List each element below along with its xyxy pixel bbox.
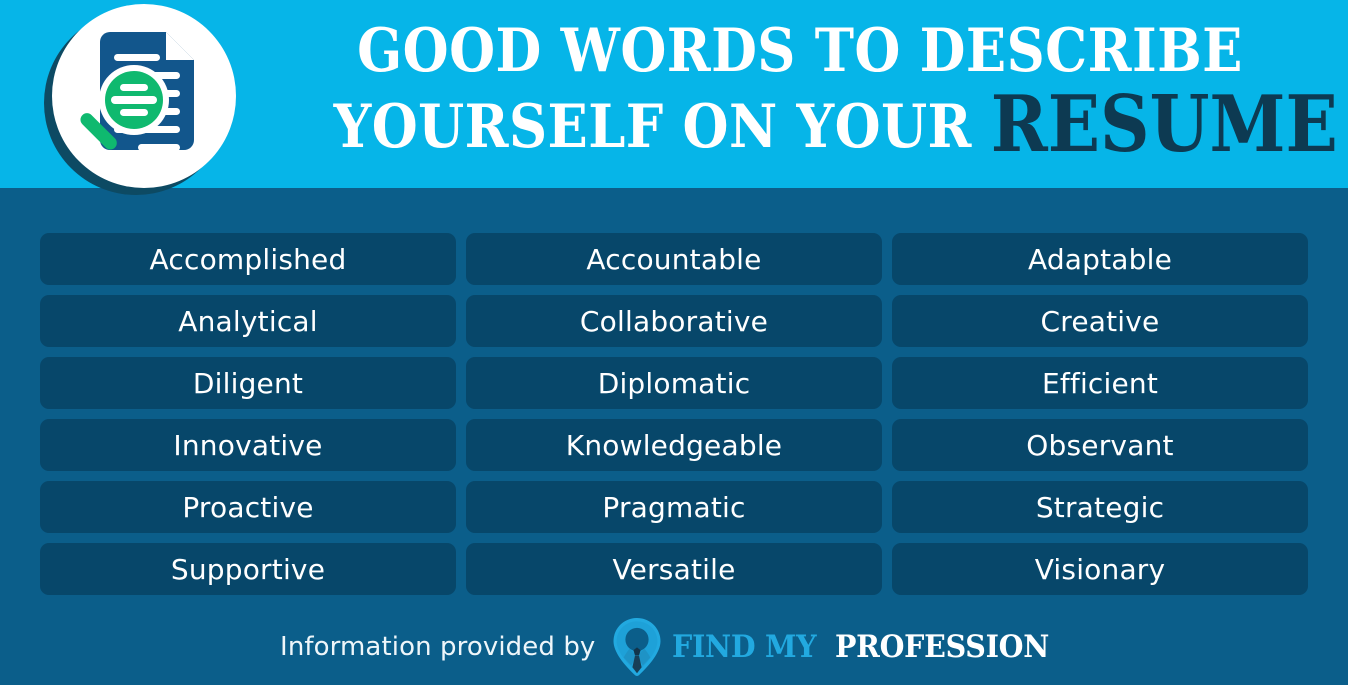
word-pill[interactable]: Knowledgeable — [466, 419, 882, 471]
badge — [44, 4, 236, 196]
word-pill[interactable]: Supportive — [40, 543, 456, 595]
word-pill[interactable]: Analytical — [40, 295, 456, 347]
word-pill[interactable]: Collaborative — [466, 295, 882, 347]
profession-pin-tie-icon — [613, 617, 661, 676]
word-pill[interactable]: Visionary — [892, 543, 1308, 595]
infographic-root: GOOD WORDS TO DESCRIBE YOURSELF ON YOUR … — [0, 0, 1348, 685]
word-pill[interactable]: Proactive — [40, 481, 456, 533]
word-pill[interactable]: Strategic — [892, 481, 1308, 533]
word-pill[interactable]: Efficient — [892, 357, 1308, 409]
word-pill[interactable]: Adaptable — [892, 233, 1308, 285]
wordmark-profession: PROFESSION — [835, 628, 1050, 665]
word-pill[interactable]: Diligent — [40, 357, 456, 409]
word-grid: Accomplished Accountable Adaptable Analy… — [40, 233, 1308, 595]
word-pill[interactable]: Accomplished — [40, 233, 456, 285]
word-pill[interactable]: Diplomatic — [466, 357, 882, 409]
wordmark-find-my: FIND MY — [672, 628, 817, 665]
page-title: GOOD WORDS TO DESCRIBE YOURSELF ON YOUR … — [270, 16, 1338, 163]
page-title-line-1: GOOD WORDS TO DESCRIBE — [357, 16, 1243, 86]
footer-credit-text: Information provided by — [280, 631, 596, 662]
footer-wordmark: FIND MY PROFESSION — [672, 629, 1068, 665]
word-pill[interactable]: Pragmatic — [466, 481, 882, 533]
page-title-line-2: YOURSELF ON YOUR RESUME — [333, 85, 1338, 163]
word-pill[interactable]: Versatile — [466, 543, 882, 595]
word-pill[interactable]: Creative — [892, 295, 1308, 347]
page-title-line-2-text: YOURSELF ON YOUR — [333, 91, 972, 162]
find-my-profession-logo[interactable]: FIND MY PROFESSION — [611, 617, 1068, 677]
page-title-accent-resume: RESUME — [990, 78, 1338, 170]
document-search-icon — [80, 32, 194, 151]
word-pill[interactable]: Accountable — [466, 233, 882, 285]
footer: Information provided by FIND MY PROFESSI… — [0, 608, 1348, 685]
word-pill[interactable]: Observant — [892, 419, 1308, 471]
word-pill[interactable]: Innovative — [40, 419, 456, 471]
